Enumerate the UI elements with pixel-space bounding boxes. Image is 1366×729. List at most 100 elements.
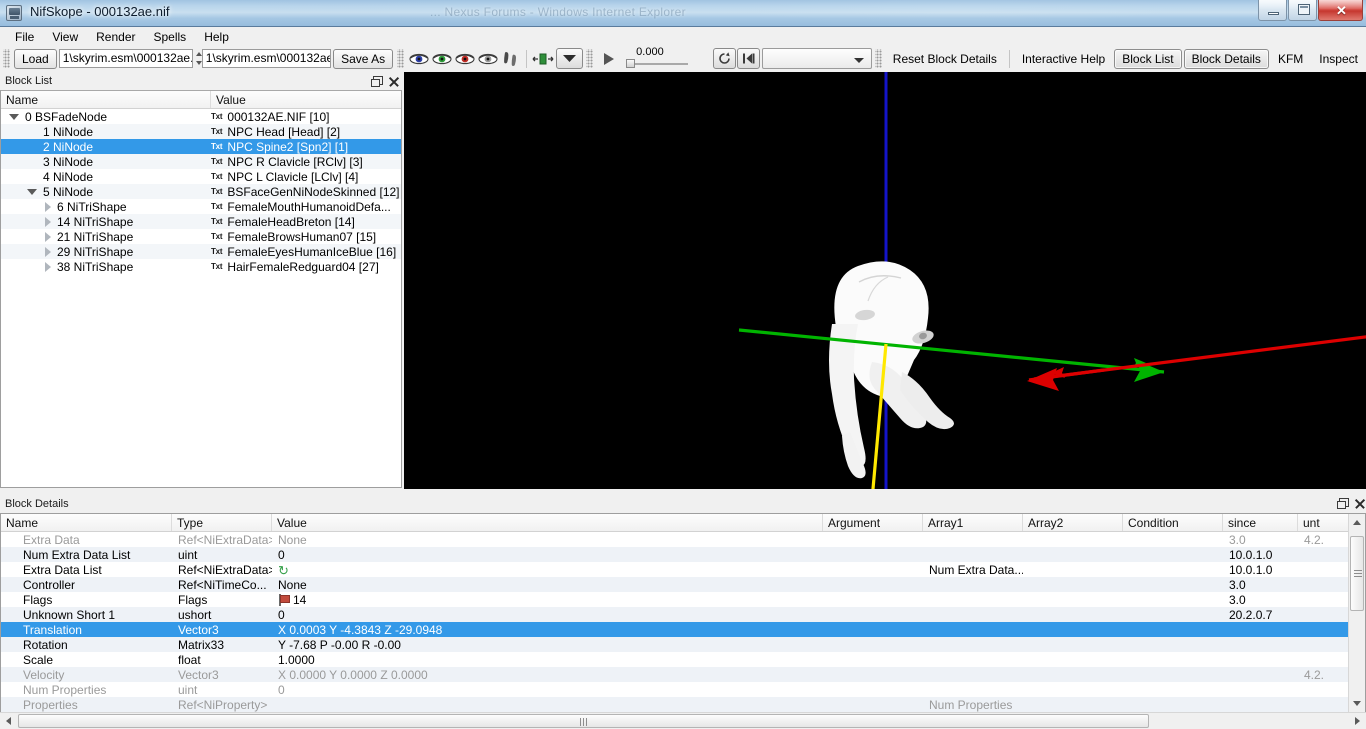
eye-blue-icon[interactable] xyxy=(407,48,430,69)
column-header-value[interactable]: Value xyxy=(211,91,401,108)
viewport-scene xyxy=(404,72,1366,489)
column-header-name[interactable]: Name xyxy=(1,514,172,531)
table-row[interactable]: Translation Vector3 X 0.0003 Y -4.3843 Z -… xyxy=(1,622,1365,637)
table-row[interactable]: Controller Ref<NiTimeCo... None 3.0 xyxy=(1,577,1365,592)
block-details-vscrollbar[interactable] xyxy=(1348,514,1365,712)
eye-gray-icon[interactable] xyxy=(476,48,499,69)
scroll-up-icon[interactable] xyxy=(1349,514,1365,531)
scroll-left-icon[interactable] xyxy=(0,713,17,729)
expand-arrow-closed-icon[interactable] xyxy=(45,202,51,213)
view-dropdown-button[interactable] xyxy=(556,48,584,69)
toolbar-grip[interactable] xyxy=(3,49,10,68)
expand-arrow-open-icon[interactable] xyxy=(9,114,19,121)
close-icon[interactable] xyxy=(1354,498,1365,509)
inspect-button[interactable]: Inspect xyxy=(1311,50,1366,68)
toolbar-separator xyxy=(526,49,528,68)
close-icon[interactable] xyxy=(388,76,399,87)
column-header-since[interactable]: since xyxy=(1223,514,1298,531)
file-path-field-2[interactable]: 1\skyrim.esm\000132ae.nif xyxy=(201,49,332,68)
column-header-type[interactable]: Type xyxy=(172,514,272,531)
table-row[interactable]: Rotation Matrix33 Y -7.68 P -0.00 R -0.00 xyxy=(1,637,1365,652)
scroll-right-icon[interactable] xyxy=(1349,713,1366,729)
toolbar-grip-actions[interactable] xyxy=(874,49,882,68)
playpause-icon[interactable] xyxy=(736,48,760,69)
block-list-row[interactable]: 1 NiNode Txt NPC Head [Head] [2] xyxy=(1,124,401,139)
float-icon[interactable] xyxy=(371,76,383,87)
block-list-tree[interactable]: Name Value 0 BSFadeNode Txt 000132AE.NIF [… xyxy=(0,90,402,488)
column-header-condition[interactable]: Condition xyxy=(1123,514,1223,531)
menu-file[interactable]: File xyxy=(6,28,43,46)
block-list-row[interactable]: 21 NiTriShape Txt FemaleBrowsHuman07 [15] xyxy=(1,229,401,244)
txt-type-badge: Txt xyxy=(211,262,223,271)
column-header-name[interactable]: Name xyxy=(1,91,211,108)
menu-help[interactable]: Help xyxy=(195,28,238,46)
toolbar-grip-anim[interactable] xyxy=(586,49,594,68)
column-header-array1[interactable]: Array1 xyxy=(923,514,1023,531)
reset-block-details-button[interactable]: Reset Block Details xyxy=(885,50,1005,68)
block-list-row[interactable]: 29 NiTriShape Txt FemaleEyesHumanIceBlue [… xyxy=(1,244,401,259)
table-row[interactable]: Properties Ref<NiProperty> Num Properties xyxy=(1,697,1365,712)
toolbar-grip-render[interactable] xyxy=(397,49,405,68)
block-list-row[interactable]: 38 NiTriShape Txt HairFemaleRedguard04 [27… xyxy=(1,259,401,274)
3d-render-viewport[interactable] xyxy=(404,72,1366,489)
file-path-field-1[interactable]: 1\skyrim.esm\000132ae.nif xyxy=(58,49,193,68)
close-button[interactable]: ✕ xyxy=(1318,0,1363,21)
path-splitter-handle[interactable] xyxy=(194,49,202,68)
animation-select[interactable] xyxy=(761,48,872,69)
eye-green-icon[interactable] xyxy=(430,48,453,69)
menu-spells[interactable]: Spells xyxy=(145,28,196,46)
load-button[interactable]: Load xyxy=(14,48,57,69)
block-list-row[interactable]: 3 NiNode Txt NPC R Clavicle [RClv] [3] xyxy=(1,154,401,169)
table-row[interactable]: Extra Data Ref<NiExtraData> None 3.0 4.2. xyxy=(1,532,1365,547)
block-list-row[interactable]: 2 NiNode Txt NPC Spine2 [Spn2] [1] xyxy=(1,139,401,154)
cell-name: Unknown Short 1 xyxy=(23,607,116,622)
kfm-button[interactable]: KFM xyxy=(1270,50,1311,68)
vscroll-thumb[interactable] xyxy=(1350,536,1364,611)
window-title: NifSkope - 000132ae.nif xyxy=(30,4,170,19)
block-list-row[interactable]: 0 BSFadeNode Txt 000132AE.NIF [10] xyxy=(1,109,401,124)
footsteps-icon[interactable] xyxy=(499,48,522,69)
animation-slider[interactable]: 0.000 xyxy=(626,46,689,69)
block-list-row[interactable]: 14 NiTriShape Txt FemaleHeadBreton [14] xyxy=(1,214,401,229)
eye-red-icon[interactable] xyxy=(453,48,476,69)
expand-arrow-closed-icon[interactable] xyxy=(45,262,51,273)
hscroll-thumb[interactable] xyxy=(18,714,1149,728)
float-icon[interactable] xyxy=(1337,498,1349,509)
column-header-array2[interactable]: Array2 xyxy=(1023,514,1123,531)
play-icon[interactable] xyxy=(596,48,622,69)
table-row[interactable]: Flags Flags 14 3.0 xyxy=(1,592,1365,607)
column-header-value[interactable]: Value xyxy=(272,514,823,531)
loop-icon[interactable] xyxy=(712,48,736,69)
block-details-toggle[interactable]: Block Details xyxy=(1183,48,1269,69)
block-list-row[interactable]: 6 NiTriShape Txt FemaleMouthHumanoidDefa..… xyxy=(1,199,401,214)
column-header-until[interactable]: unt xyxy=(1298,514,1338,531)
axes-center-icon[interactable] xyxy=(531,48,554,69)
minimize-button[interactable] xyxy=(1258,0,1287,21)
column-header-argument[interactable]: Argument xyxy=(823,514,923,531)
flag-icon[interactable] xyxy=(278,594,290,607)
maximize-button[interactable] xyxy=(1288,0,1317,21)
table-row[interactable]: Velocity Vector3 X 0.0000 Y 0.0000 Z 0.000… xyxy=(1,667,1365,682)
block-details-table[interactable]: Name Type Value Argument Array1 Array2 C… xyxy=(0,513,1366,713)
block-details-hscrollbar[interactable] xyxy=(0,712,1366,729)
txt-type-badge: Txt xyxy=(211,202,223,211)
save-as-button[interactable]: Save As xyxy=(333,48,394,69)
interactive-help-button[interactable]: Interactive Help xyxy=(1014,50,1113,68)
table-row[interactable]: Scale float 1.0000 xyxy=(1,652,1365,667)
expand-arrow-open-icon[interactable] xyxy=(27,189,37,196)
table-row[interactable]: Num Extra Data List uint 0 10.0.1.0 xyxy=(1,547,1365,562)
block-list-row[interactable]: 5 NiNode Txt BSFaceGenNiNodeSkinned [12] xyxy=(1,184,401,199)
refresh-icon[interactable]: ↻ xyxy=(278,564,291,577)
block-list-row[interactable]: 4 NiNode Txt NPC L Clavicle [LClv] [4] xyxy=(1,169,401,184)
block-list-toggle[interactable]: Block List xyxy=(1114,48,1182,69)
scroll-down-icon[interactable] xyxy=(1349,695,1365,712)
menu-view[interactable]: View xyxy=(43,28,87,46)
table-row[interactable]: Num Properties uint 0 xyxy=(1,682,1365,697)
expand-arrow-closed-icon[interactable] xyxy=(45,247,51,258)
expand-arrow-closed-icon[interactable] xyxy=(45,217,51,228)
expand-arrow-closed-icon[interactable] xyxy=(45,232,51,243)
slider-knob[interactable] xyxy=(626,59,636,68)
table-row[interactable]: Unknown Short 1 ushort 0 20.2.0.7 xyxy=(1,607,1365,622)
menu-render[interactable]: Render xyxy=(87,28,144,46)
table-row[interactable]: Extra Data List Ref<NiExtraData> ↻ Num Extr… xyxy=(1,562,1365,577)
